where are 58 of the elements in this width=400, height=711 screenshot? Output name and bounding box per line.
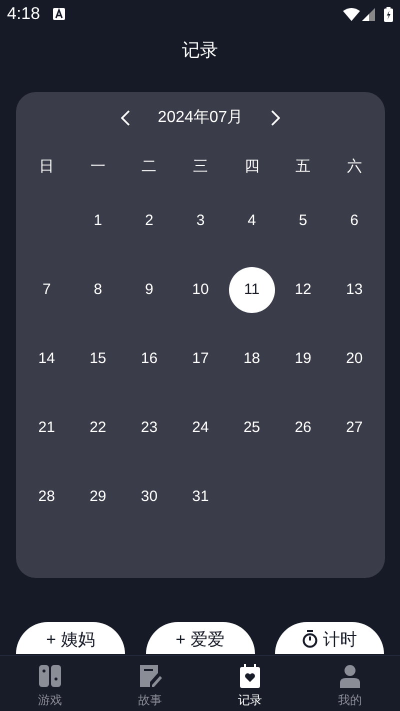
month-label: 2024年07月 — [158, 108, 244, 128]
nav-tab[interactable]: 游戏 — [0, 656, 100, 711]
weekday-label: 五 — [296, 157, 311, 177]
person-icon — [338, 664, 362, 688]
calendar-day[interactable]: 30 — [126, 474, 172, 520]
calendar-day[interactable]: 15 — [74, 336, 121, 382]
calendar-day[interactable]: 21 — [24, 405, 70, 451]
calendar-day[interactable]: 13 — [331, 267, 378, 313]
calendar-day[interactable]: 7 — [24, 267, 70, 313]
weekday-label: 二 — [142, 157, 157, 177]
nav-tab[interactable]: 故事 — [100, 656, 200, 711]
signal-icon — [362, 8, 375, 20]
calendar-day[interactable]: 22 — [74, 405, 121, 451]
nav-tab[interactable]: 记录 — [200, 656, 300, 711]
calendar-day[interactable]: 6 — [331, 198, 378, 244]
game-controller-icon — [38, 664, 62, 688]
chevron-right-icon — [270, 110, 280, 126]
calendar-day[interactable]: 31 — [177, 474, 224, 520]
weekday-label: 日 — [39, 157, 54, 177]
calendar-day[interactable]: 29 — [74, 474, 121, 520]
calendar-day[interactable]: 18 — [228, 336, 275, 382]
weekday-label: 三 — [192, 157, 208, 177]
calendar-day[interactable]: 25 — [228, 405, 275, 451]
calendar-day[interactable]: 11 — [228, 267, 275, 313]
add-button[interactable]: + 爱爱 — [146, 622, 254, 654]
calendar-day[interactable]: 20 — [331, 336, 378, 382]
calendar-day[interactable]: 28 — [24, 474, 70, 520]
battery-icon — [384, 6, 393, 22]
calendar-day[interactable]: 9 — [126, 267, 172, 313]
calendar-day[interactable]: 17 — [177, 336, 224, 382]
weekday-label: 四 — [244, 157, 260, 177]
calendar-day[interactable]: 3 — [177, 198, 224, 244]
calendar-day[interactable]: 19 — [280, 336, 326, 382]
timer-button[interactable]: 计时 — [275, 622, 384, 654]
calendar-day[interactable]: 23 — [126, 405, 172, 451]
stopwatch-icon — [302, 630, 318, 648]
calendar-day[interactable]: 1 — [74, 198, 121, 244]
calendar-day[interactable]: 26 — [280, 405, 326, 451]
status-time: 4:18 — [7, 3, 40, 26]
calendar-day[interactable]: 24 — [177, 405, 224, 451]
add-button[interactable]: + 姨妈 — [16, 622, 125, 654]
weekday-label: 一 — [90, 157, 106, 177]
edit-note-icon — [138, 664, 162, 688]
calendar-day[interactable]: 2 — [126, 198, 172, 244]
calendar-day[interactable]: 14 — [24, 336, 70, 382]
calendar-day[interactable]: 4 — [228, 198, 275, 244]
calendar-day[interactable]: 8 — [74, 267, 121, 313]
calendar-day[interactable]: 12 — [280, 267, 326, 313]
calendar-day[interactable]: 10 — [177, 267, 224, 313]
calendar-day[interactable]: 16 — [126, 336, 172, 382]
calendar-day[interactable]: 27 — [331, 405, 378, 451]
chevron-left-icon — [121, 110, 130, 126]
wifi-icon — [343, 8, 360, 20]
notification-icon — [53, 8, 66, 20]
weekday-label: 六 — [346, 157, 362, 177]
page-title: 记录 — [182, 38, 218, 62]
nav-tab[interactable]: 我的 — [300, 656, 400, 711]
calendar-day[interactable]: 5 — [280, 198, 326, 244]
